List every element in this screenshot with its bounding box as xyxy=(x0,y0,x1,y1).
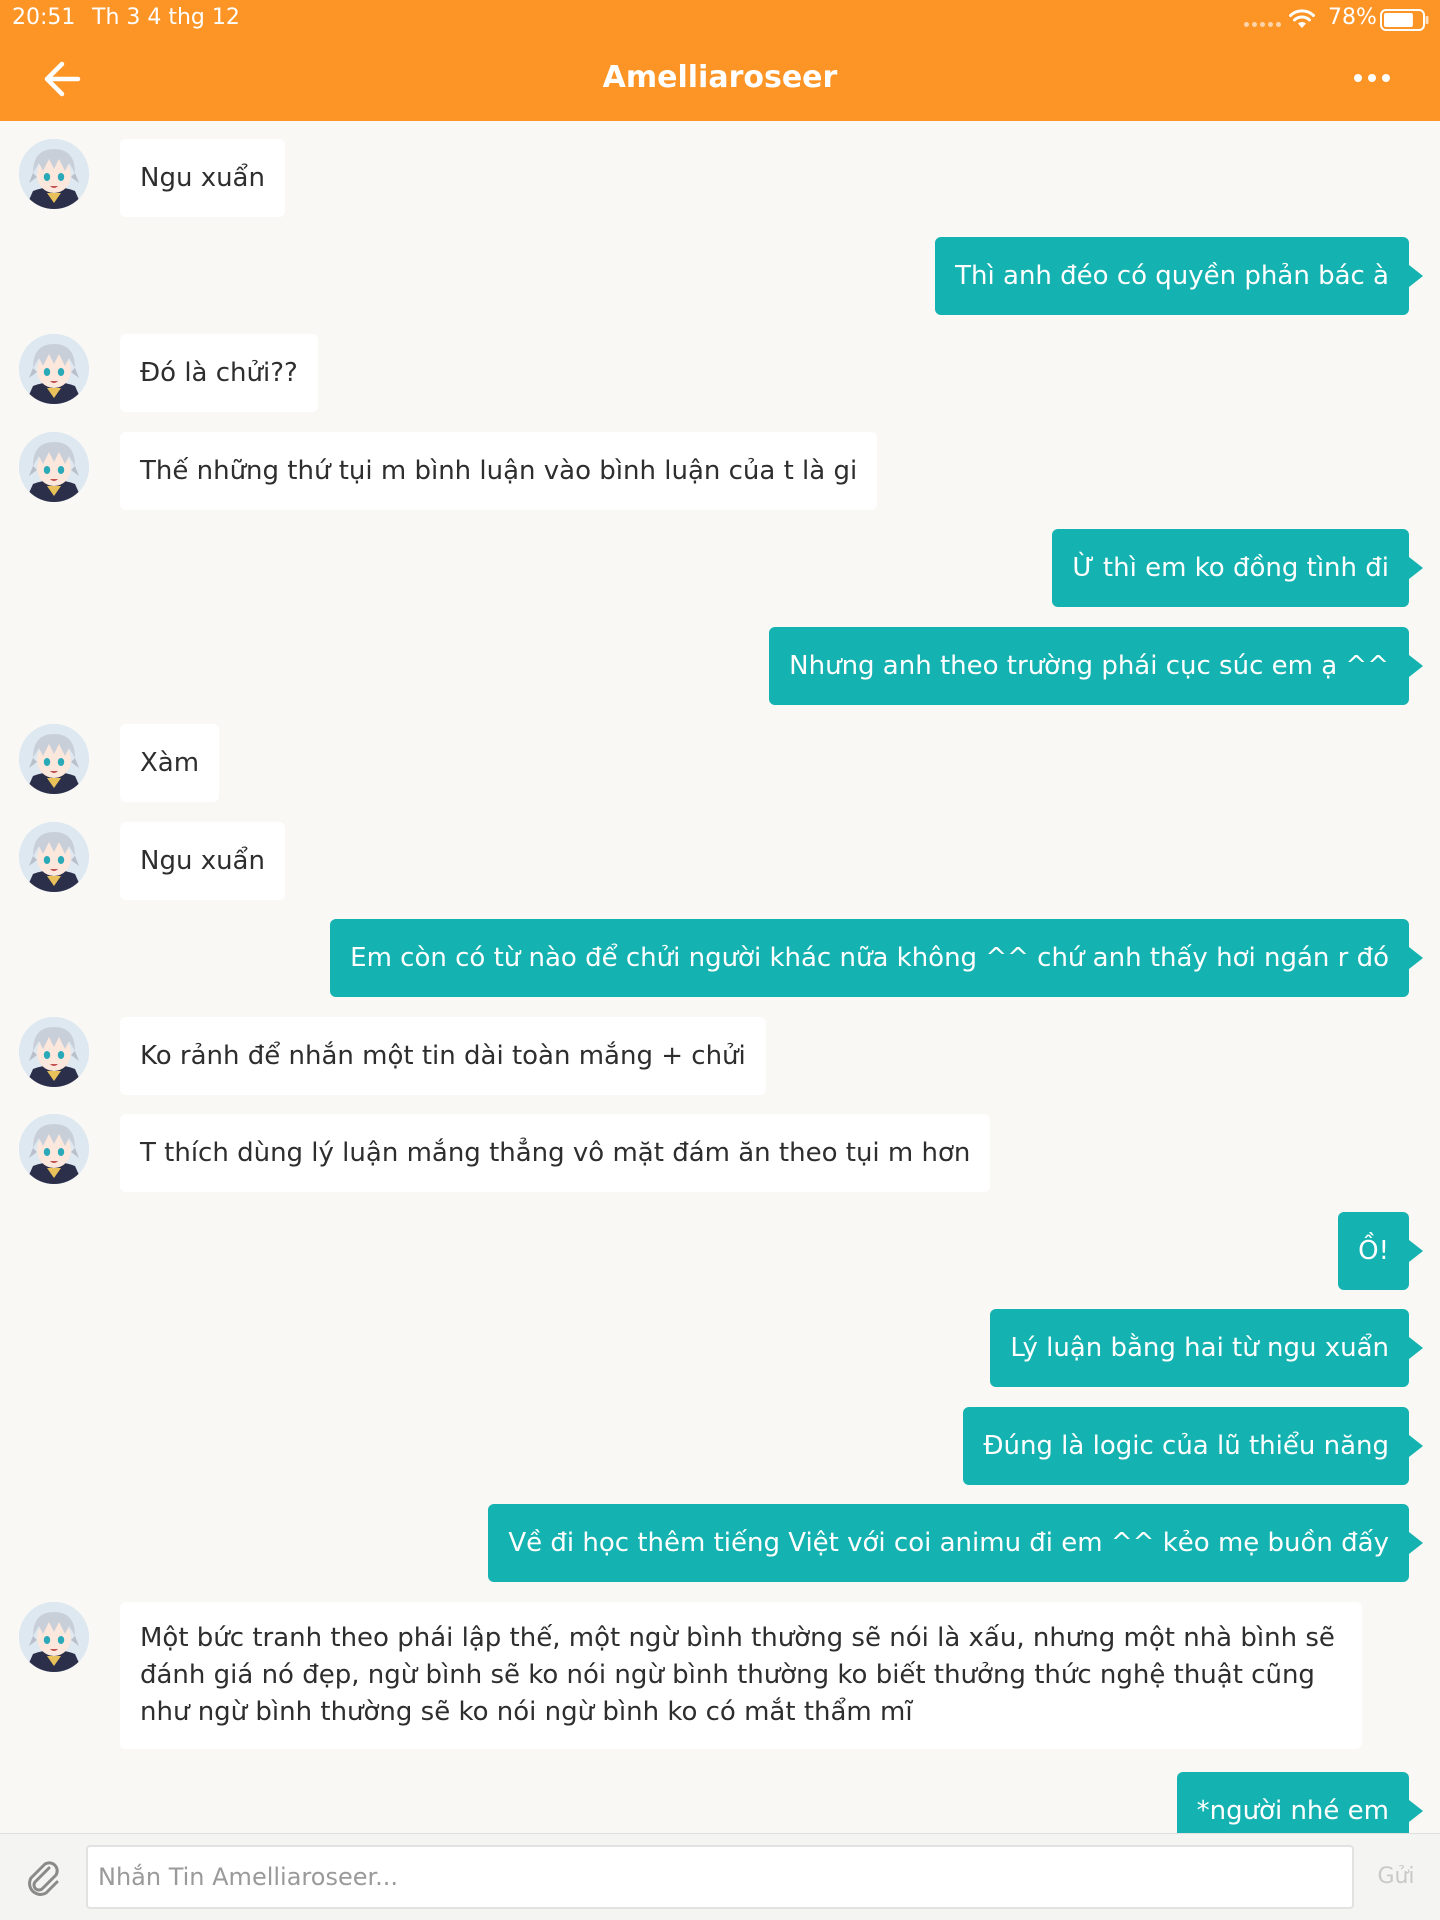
avatar-image xyxy=(19,1017,89,1087)
battery-percent: 78% xyxy=(1328,5,1377,30)
more-horizontal-icon xyxy=(1354,74,1390,82)
incoming-message[interactable]: Đó là chửi?? xyxy=(120,334,318,412)
chat-screen: 20:51 Th 3 4 thg 12 78% Amelliaroseer Ng… xyxy=(0,0,1440,1920)
send-button[interactable]: Gửi xyxy=(1364,1850,1428,1904)
contact-avatar[interactable] xyxy=(19,334,89,404)
outgoing-message[interactable]: Đúng là logic của lũ thiểu năng xyxy=(963,1407,1423,1485)
composer-bar: Gửi xyxy=(0,1833,1440,1920)
incoming-message[interactable]: Ngu xuẩn xyxy=(120,822,285,900)
contact-avatar[interactable] xyxy=(19,1017,89,1087)
message-list[interactable]: Ngu xuẩn Thì anh đéo có quyền phản bác à… xyxy=(0,121,1440,1833)
incoming-message[interactable]: Một bức tranh theo phái lập thế, một ngừ… xyxy=(120,1602,1362,1749)
contact-avatar[interactable] xyxy=(19,822,89,892)
outgoing-message[interactable]: *người nhé em xyxy=(1176,1772,1424,1833)
outgoing-message[interactable]: Nhưng anh theo trường phái cục súc em ạ … xyxy=(769,627,1423,705)
header: 20:51 Th 3 4 thg 12 78% Amelliaroseer xyxy=(0,0,1440,121)
contact-avatar[interactable] xyxy=(19,724,89,794)
outgoing-message[interactable]: Ừ thì em ko đồng tình đi xyxy=(1052,529,1423,607)
contact-avatar[interactable] xyxy=(19,1602,89,1672)
nav-bar: Amelliaroseer xyxy=(0,38,1440,121)
outgoing-message[interactable]: Về đi học thêm tiếng Việt với coi animu … xyxy=(488,1504,1423,1582)
back-button[interactable] xyxy=(36,54,96,104)
outgoing-message[interactable]: Lý luận bằng hai từ ngu xuẩn xyxy=(990,1309,1423,1387)
arrow-left-icon xyxy=(44,61,81,97)
incoming-message[interactable]: T thích dùng lý luận mắng thẳng vô mặt đ… xyxy=(120,1114,991,1192)
incoming-message[interactable]: Xàm xyxy=(120,724,220,802)
chat-title: Amelliaroseer xyxy=(602,60,838,95)
contact-avatar[interactable] xyxy=(19,139,89,209)
avatar-image xyxy=(19,822,89,892)
avatar-image xyxy=(19,432,89,502)
incoming-message[interactable]: Ko rảnh để nhắn một tin dài toàn mắng + … xyxy=(120,1017,766,1095)
paperclip-icon xyxy=(28,1861,59,1896)
message-input[interactable] xyxy=(86,1845,1354,1909)
contact-avatar[interactable] xyxy=(19,432,89,502)
avatar-image xyxy=(19,334,89,404)
incoming-message[interactable]: Ngu xuẩn xyxy=(120,139,285,217)
incoming-message[interactable]: Thế những thứ tụi m bình luận vào bình l… xyxy=(120,432,878,510)
avatar-image xyxy=(19,139,89,209)
wifi-icon xyxy=(1289,9,1315,28)
more-button[interactable] xyxy=(1348,58,1398,98)
outgoing-message[interactable]: Ồ! xyxy=(1338,1212,1423,1290)
avatar-image xyxy=(19,724,89,794)
avatar-image xyxy=(19,1602,89,1672)
outgoing-message[interactable]: Em còn có từ nào để chửi người khác nữa … xyxy=(330,919,1423,997)
battery-icon xyxy=(1380,9,1429,31)
contact-avatar[interactable] xyxy=(19,1114,89,1184)
status-time: 20:51 xyxy=(12,5,76,30)
cellular-signal-icon xyxy=(1244,22,1281,27)
status-date: Th 3 4 thg 12 xyxy=(92,5,240,30)
avatar-image xyxy=(19,1114,89,1184)
attach-button[interactable] xyxy=(22,1856,66,1900)
status-bar: 20:51 Th 3 4 thg 12 78% xyxy=(0,0,1440,38)
outgoing-message[interactable]: Thì anh đéo có quyền phản bác à xyxy=(935,237,1423,315)
